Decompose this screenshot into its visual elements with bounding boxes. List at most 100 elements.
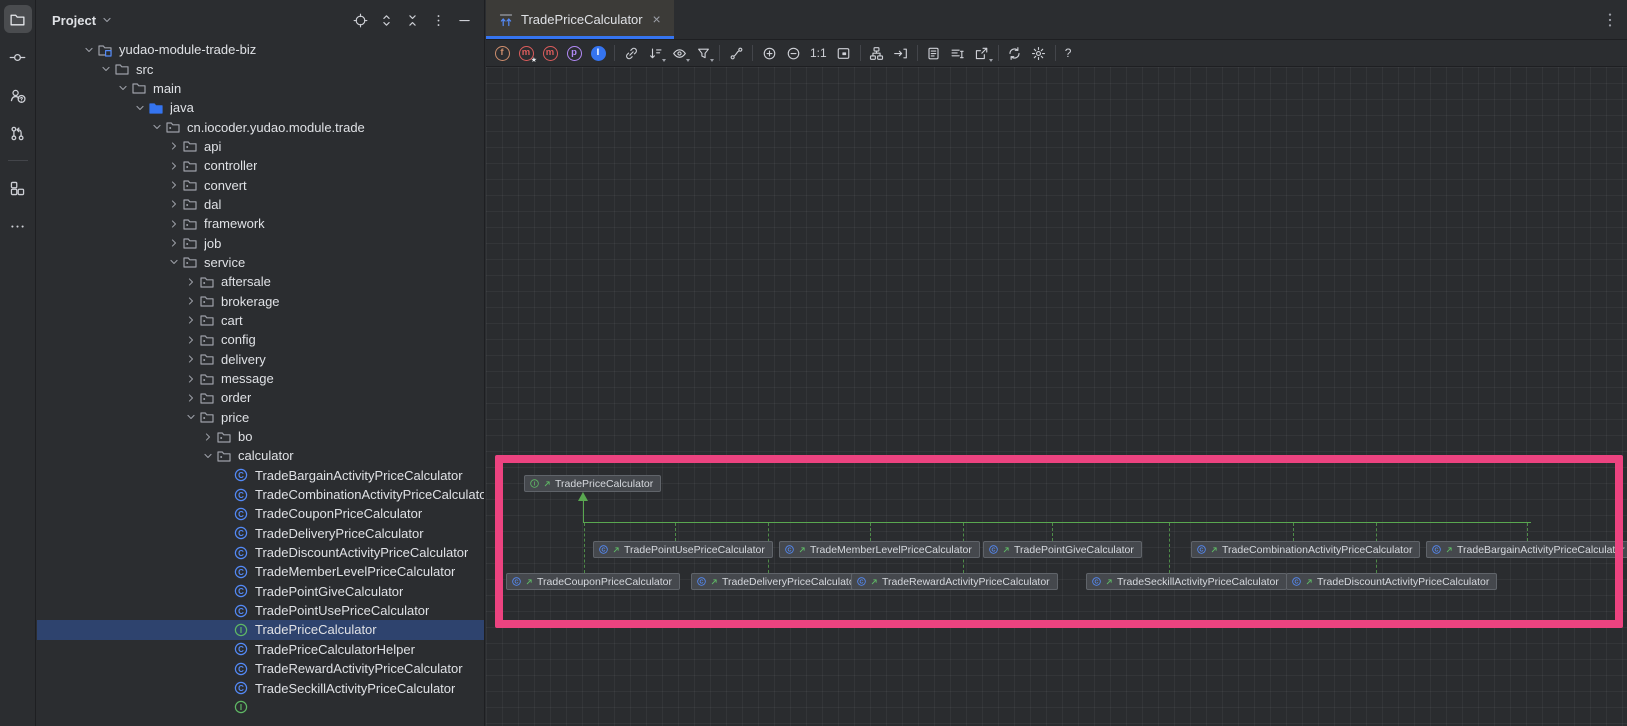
fit-content-button[interactable] <box>832 42 856 64</box>
tree-item-cart[interactable]: cart <box>37 311 485 330</box>
expand-all-button[interactable] <box>374 8 398 32</box>
chevron-right-icon[interactable] <box>183 391 199 405</box>
scroll-to-node-button[interactable] <box>889 42 913 64</box>
chevron-down-icon[interactable] <box>149 120 165 134</box>
chevron-right-icon[interactable] <box>166 178 182 192</box>
sidebar-tool-project[interactable] <box>4 5 32 33</box>
sort-nodes-button[interactable] <box>643 42 667 64</box>
chevron-right-icon[interactable] <box>183 372 199 386</box>
chevron-right-icon[interactable] <box>166 139 182 153</box>
tree-item-calculator[interactable]: calculator <box>37 446 485 465</box>
tree-item-job[interactable]: job <box>37 233 485 252</box>
diagram-canvas[interactable]: ITradePriceCalculator CTradePointUsePrice… <box>486 67 1627 726</box>
tree-item-order[interactable]: order <box>37 388 485 407</box>
edge-labels-button[interactable] <box>946 42 970 64</box>
export-diagram-button[interactable] <box>970 42 994 64</box>
show-methods-button[interactable]: m <box>538 42 562 64</box>
tree-item-main[interactable]: main <box>37 79 485 98</box>
panel-title[interactable]: Project <box>52 13 96 28</box>
tree-item-framework[interactable]: framework <box>37 214 485 233</box>
chevron-right-icon[interactable] <box>183 313 199 327</box>
tree-item-price[interactable]: price <box>37 408 485 427</box>
tab-trade-price-calculator[interactable]: TradePriceCalculator × <box>486 0 674 39</box>
sidebar-tool-structure[interactable] <box>4 174 32 202</box>
tree-item-tradepricecalculator[interactable]: ITradePriceCalculator <box>37 620 485 639</box>
tree-item-java[interactable]: java <box>37 98 485 117</box>
chevron-down-icon[interactable] <box>166 255 182 269</box>
chevron-down-icon[interactable] <box>81 43 97 57</box>
diagram-node-tradeseckillactivitypricecalculator[interactable]: CTradeSeckillActivityPriceCalculator <box>1086 573 1287 590</box>
tree-item-convert[interactable]: convert <box>37 175 485 194</box>
show-fields-button[interactable]: f <box>490 42 514 64</box>
refresh-data-model-button[interactable] <box>1003 42 1027 64</box>
chevron-down-icon[interactable] <box>200 449 216 463</box>
sidebar-tool-commit[interactable] <box>4 43 32 71</box>
copy-diagram-button[interactable] <box>922 42 946 64</box>
edge-mode-button[interactable] <box>724 42 748 64</box>
chevron-down-icon[interactable] <box>115 81 131 95</box>
locate-file-button[interactable] <box>348 8 372 32</box>
filter-button[interactable] <box>691 42 715 64</box>
apply-layout-button[interactable] <box>865 42 889 64</box>
chevron-right-icon[interactable] <box>166 217 182 231</box>
collapse-all-button[interactable] <box>400 8 424 32</box>
tree-item-tradeseckillactivitypricecalculator[interactable]: CTradeSeckillActivityPriceCalculator <box>37 678 485 697</box>
chevron-right-icon[interactable] <box>183 352 199 366</box>
tree-item-tradepointgivecalculator[interactable]: CTradePointGiveCalculator <box>37 582 485 601</box>
help-button[interactable]: ? <box>1060 42 1077 64</box>
show-properties-button[interactable]: p <box>562 42 586 64</box>
close-tab-icon[interactable]: × <box>650 13 664 27</box>
show-inner-classes-button[interactable]: I <box>586 42 610 64</box>
chevron-down-icon[interactable] <box>98 62 114 76</box>
visibility-level-button[interactable] <box>667 42 691 64</box>
tree-item-tradepricecalculatorhelper[interactable]: CTradePriceCalculatorHelper <box>37 640 485 659</box>
chevron-down-icon[interactable] <box>100 13 114 27</box>
settings-button[interactable] <box>1027 42 1051 64</box>
tree-item-message[interactable]: message <box>37 369 485 388</box>
diagram-node-traderewardactivitypricecalculator[interactable]: CTradeRewardActivityPriceCalculator <box>851 573 1058 590</box>
chevron-down-icon[interactable] <box>132 101 148 115</box>
sidebar-tool-more[interactable] <box>4 212 32 240</box>
chevron-right-icon[interactable] <box>166 236 182 250</box>
diagram-node-tradediscountactivitypricecalculator[interactable]: CTradeDiscountActivityPriceCalculator <box>1286 573 1497 590</box>
hide-panel-button[interactable] <box>452 8 476 32</box>
tree-item-tradecouponpricecalculator[interactable]: CTradeCouponPriceCalculator <box>37 504 485 523</box>
actual-size-button[interactable]: 1:1 <box>805 42 832 64</box>
show-constructors-button[interactable]: m★ <box>514 42 538 64</box>
show-dependencies-button[interactable] <box>619 42 643 64</box>
tree-item-aftersale[interactable]: aftersale <box>37 272 485 291</box>
panel-options-button[interactable] <box>426 8 450 32</box>
tree-item-service[interactable]: service <box>37 253 485 272</box>
diagram-node-tradepricecalculator[interactable]: ITradePriceCalculator <box>524 475 661 492</box>
diagram-node-tradepointusepricecalculator[interactable]: CTradePointUsePriceCalculator <box>593 541 773 558</box>
diagram-node-tradecombinationactivitypricecalculator[interactable]: CTradeCombinationActivityPriceCalculator <box>1191 541 1420 558</box>
tree-item-traderewardactivitypricecalculator[interactable]: CTradeRewardActivityPriceCalculator <box>37 659 485 678</box>
tree-item-config[interactable]: config <box>37 330 485 349</box>
tree-item-brokerage[interactable]: brokerage <box>37 291 485 310</box>
diagram-node-tradecouponpricecalculator[interactable]: CTradeCouponPriceCalculator <box>506 573 680 590</box>
chevron-right-icon[interactable] <box>183 333 199 347</box>
chevron-right-icon[interactable] <box>200 430 216 444</box>
tree-item-tradedeliverypricecalculator[interactable]: CTradeDeliveryPriceCalculator <box>37 524 485 543</box>
chevron-right-icon[interactable] <box>183 294 199 308</box>
diagram-node-tradepointgivecalculator[interactable]: CTradePointGiveCalculator <box>983 541 1142 558</box>
zoom-out-button[interactable] <box>781 42 805 64</box>
diagram-node-tradebargainactivitypricecalculator[interactable]: CTradeBargainActivityPriceCalculator <box>1426 541 1627 558</box>
tree-item-tradepointusepricecalculator[interactable]: CTradePointUsePriceCalculator <box>37 601 485 620</box>
diagram-node-tradememberlevelpricecalculator[interactable]: CTradeMemberLevelPriceCalculator <box>779 541 980 558</box>
tree-item-tradediscountactivitypricecalculator[interactable]: CTradeDiscountActivityPriceCalculator <box>37 543 485 562</box>
tree-item-tradecombinationactivitypricecalculator[interactable]: CTradeCombinationActivityPriceCalculator <box>37 485 485 504</box>
editor-options-kebab-icon[interactable] <box>1601 11 1619 29</box>
tree-item-cn-iocoder-yudao-module-trade[interactable]: cn.iocoder.yudao.module.trade <box>37 117 485 136</box>
tree-item-bo[interactable]: bo <box>37 427 485 446</box>
tree-item-api[interactable]: api <box>37 137 485 156</box>
diagram-node-tradedeliverypricecalculator[interactable]: CTradeDeliveryPriceCalculator <box>691 573 866 590</box>
chevron-right-icon[interactable] <box>183 275 199 289</box>
tree-item-tradebargainactivitypricecalculator[interactable]: CTradeBargainActivityPriceCalculator <box>37 466 485 485</box>
tree-item-src[interactable]: src <box>37 59 485 78</box>
sidebar-tool-pull-requests[interactable] <box>4 119 32 147</box>
tree-item-partial-item[interactable]: I <box>37 698 485 717</box>
chevron-right-icon[interactable] <box>166 197 182 211</box>
tree-item-controller[interactable]: controller <box>37 156 485 175</box>
zoom-in-button[interactable] <box>757 42 781 64</box>
